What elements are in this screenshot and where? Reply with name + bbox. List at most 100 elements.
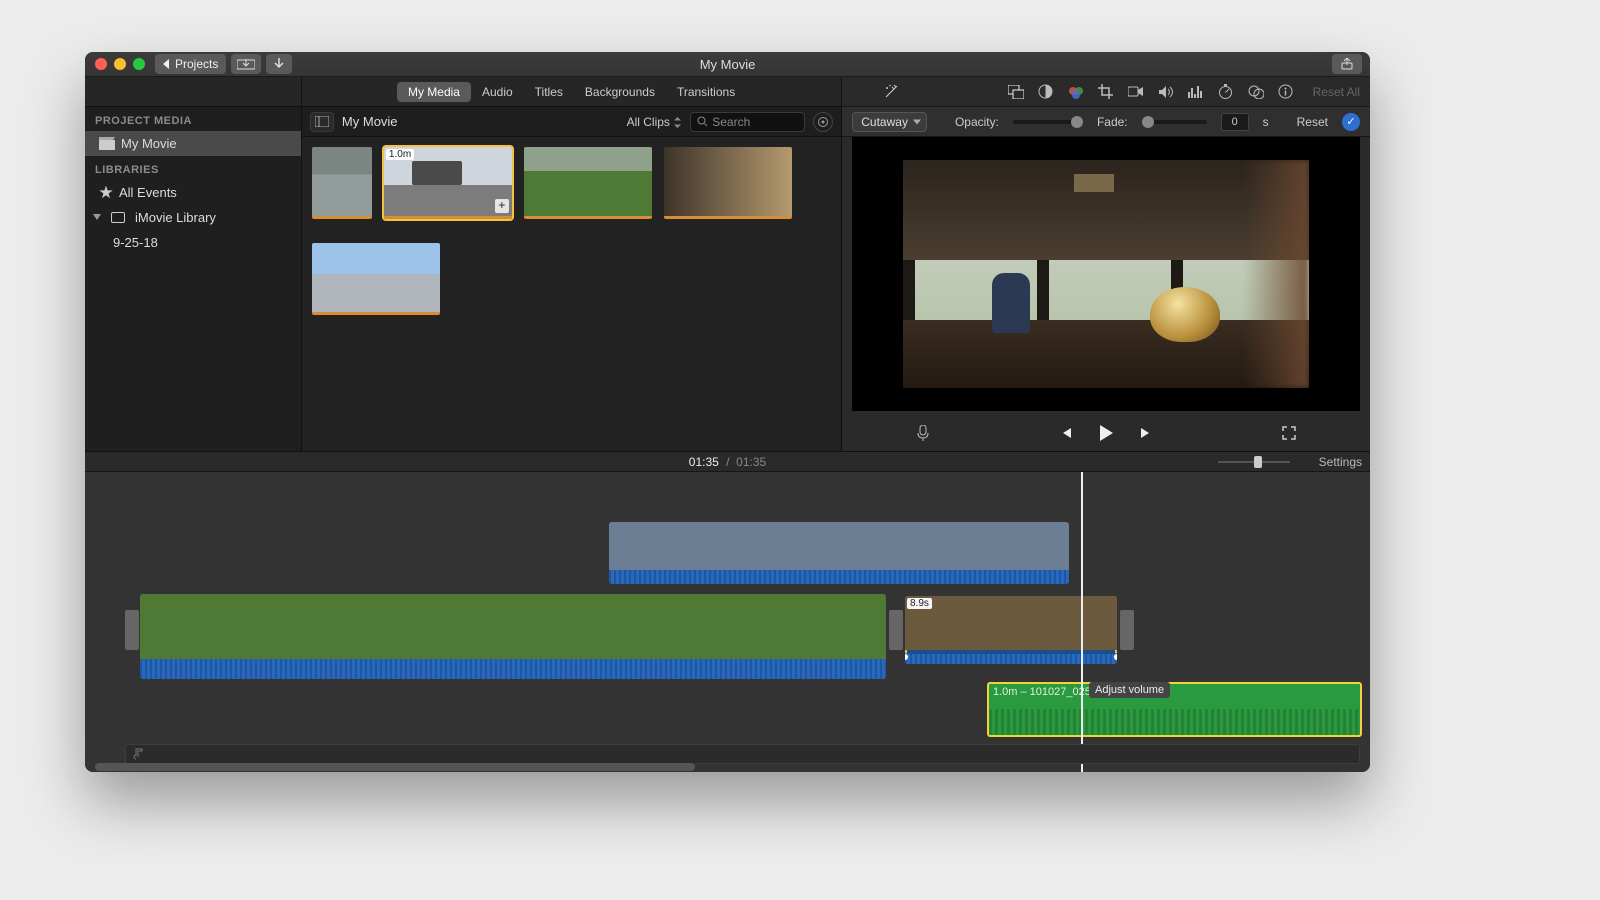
current-time: 01:35 (689, 455, 719, 469)
clip-thumb-selected[interactable]: 1.0m + (384, 147, 512, 219)
volume-button[interactable] (1157, 83, 1175, 101)
sidebar-item-imovie-library[interactable]: iMovie Library (85, 205, 301, 230)
tab-my-media[interactable]: My Media (397, 82, 471, 102)
transport-controls (842, 415, 1370, 451)
timeline-clip-selected[interactable]: 8.9s (905, 596, 1117, 664)
search-placeholder: Search (712, 115, 750, 129)
sidebar-item-my-movie[interactable]: My Movie (85, 131, 301, 156)
sidebar-item-label: iMovie Library (135, 210, 216, 225)
transition-handle[interactable] (125, 610, 139, 650)
share-button[interactable] (1332, 54, 1362, 74)
color-correction-button[interactable] (1067, 83, 1085, 101)
gear-icon (817, 116, 829, 128)
overlay-settings-button[interactable] (1007, 83, 1025, 101)
toggle-sidebar-button[interactable] (310, 112, 334, 132)
speed-button[interactable] (1217, 83, 1235, 101)
app-window: Projects My Movie PROJECT MEDIA My Movie… (85, 52, 1370, 772)
preview-viewer[interactable] (852, 137, 1360, 411)
timeline[interactable]: 8.9s 1.0m – 101027_0251 Adjust volume (85, 472, 1370, 772)
volume-tooltip: Adjust volume (1089, 682, 1170, 698)
next-frame-button[interactable] (1137, 424, 1155, 442)
project-media-header: PROJECT MEDIA (85, 107, 301, 131)
tab-audio[interactable]: Audio (471, 82, 524, 102)
filters-button[interactable] (1247, 83, 1265, 101)
clip-filter-dropdown[interactable]: All Clips (627, 115, 683, 129)
record-voiceover-button[interactable] (914, 424, 932, 442)
fade-unit-label: s (1263, 115, 1269, 129)
timeline-audio-clip[interactable]: 1.0m – 101027_0251 Adjust volume (987, 682, 1362, 737)
clip-thumb[interactable] (524, 147, 652, 219)
browser-settings-button[interactable] (813, 112, 833, 132)
window-traffic-lights (95, 58, 145, 70)
playhead[interactable] (1081, 472, 1083, 772)
disclosure-triangle-icon[interactable] (93, 214, 101, 220)
tab-transitions[interactable]: Transitions (666, 82, 746, 102)
play-button[interactable] (1097, 424, 1115, 442)
search-icon (697, 116, 708, 127)
browser-title: My Movie (342, 114, 398, 129)
magic-wand-button[interactable] (882, 83, 900, 101)
sidebar-item-label: 9-25-18 (113, 235, 158, 250)
tab-titles[interactable]: Titles (524, 82, 574, 102)
timeline-zoom-slider[interactable] (1218, 461, 1290, 463)
reset-button[interactable]: Reset (1297, 115, 1328, 129)
close-window-button[interactable] (95, 58, 107, 70)
total-time: 01:35 (736, 455, 766, 469)
fade-slider[interactable] (1142, 120, 1207, 124)
sidebar-item-label: All Events (119, 185, 177, 200)
stabilization-button[interactable] (1127, 83, 1145, 101)
opacity-label: Opacity: (955, 115, 999, 129)
timeline-clip-primary-1[interactable] (140, 594, 886, 679)
color-balance-button[interactable] (1037, 83, 1055, 101)
timeline-clip-overlay[interactable] (609, 522, 1069, 584)
sidebar-item-label: My Movie (121, 136, 177, 151)
star-icon (99, 186, 113, 200)
transition-handle[interactable] (1120, 610, 1134, 650)
window-title: My Movie (700, 57, 756, 72)
minimize-window-button[interactable] (114, 58, 126, 70)
add-clip-button[interactable]: + (495, 199, 509, 213)
viewer-panel: Reset All Cutaway Opacity: Fade: 0 s Res… (842, 77, 1370, 451)
prev-frame-button[interactable] (1057, 424, 1075, 442)
libraries-header: LIBRARIES (85, 156, 301, 180)
media-browser: My Media Audio Titles Backgrounds Transi… (302, 77, 842, 451)
top-panels: PROJECT MEDIA My Movie LIBRARIES All Eve… (85, 77, 1370, 452)
transition-handle[interactable] (889, 610, 903, 650)
import-media-button[interactable] (231, 54, 261, 74)
music-note-icon (132, 748, 143, 761)
fade-handle-right[interactable] (1113, 653, 1117, 661)
sidebar-item-event[interactable]: 9-25-18 (85, 230, 301, 255)
apply-check-button[interactable]: ✓ (1342, 113, 1360, 131)
clip-duration-label: 1.0m (386, 149, 414, 160)
zoom-window-button[interactable] (133, 58, 145, 70)
timeline-scrollbar[interactable] (95, 763, 695, 771)
background-music-well[interactable] (125, 744, 1360, 764)
back-to-projects-button[interactable]: Projects (155, 54, 226, 74)
clip-thumb[interactable] (664, 147, 792, 219)
library-icon (111, 212, 125, 223)
opacity-slider[interactable] (1013, 120, 1083, 124)
timeline-settings-button[interactable]: Settings (1319, 455, 1362, 469)
info-button[interactable] (1277, 83, 1295, 101)
crop-button[interactable] (1097, 83, 1115, 101)
reset-all-button[interactable]: Reset All (1313, 85, 1360, 99)
sidebar-item-all-events[interactable]: All Events (85, 180, 301, 205)
tab-backgrounds[interactable]: Backgrounds (574, 82, 666, 102)
titlebar: Projects My Movie (85, 52, 1370, 77)
overlay-mode-dropdown[interactable]: Cutaway (852, 112, 927, 132)
fade-label: Fade: (1097, 115, 1128, 129)
timeline-header: 01:35 / 01:35 Settings (85, 452, 1370, 472)
clip-thumb[interactable] (312, 147, 372, 219)
fade-value-field[interactable]: 0 (1221, 113, 1249, 131)
noise-eq-button[interactable] (1187, 83, 1205, 101)
search-input[interactable]: Search (690, 112, 805, 132)
clip-thumb[interactable] (312, 243, 440, 315)
fullscreen-button[interactable] (1280, 424, 1298, 442)
clip-grid: 1.0m + (302, 137, 841, 451)
media-tabs: My Media Audio Titles Backgrounds Transi… (302, 77, 841, 107)
download-button[interactable] (266, 54, 292, 74)
overlay-controls: Cutaway Opacity: Fade: 0 s Reset ✓ (842, 107, 1370, 137)
adjustments-toolbar: Reset All (842, 77, 1370, 107)
sidebar: PROJECT MEDIA My Movie LIBRARIES All Eve… (85, 77, 302, 451)
browser-toolbar: My Movie All Clips Search (302, 107, 841, 137)
